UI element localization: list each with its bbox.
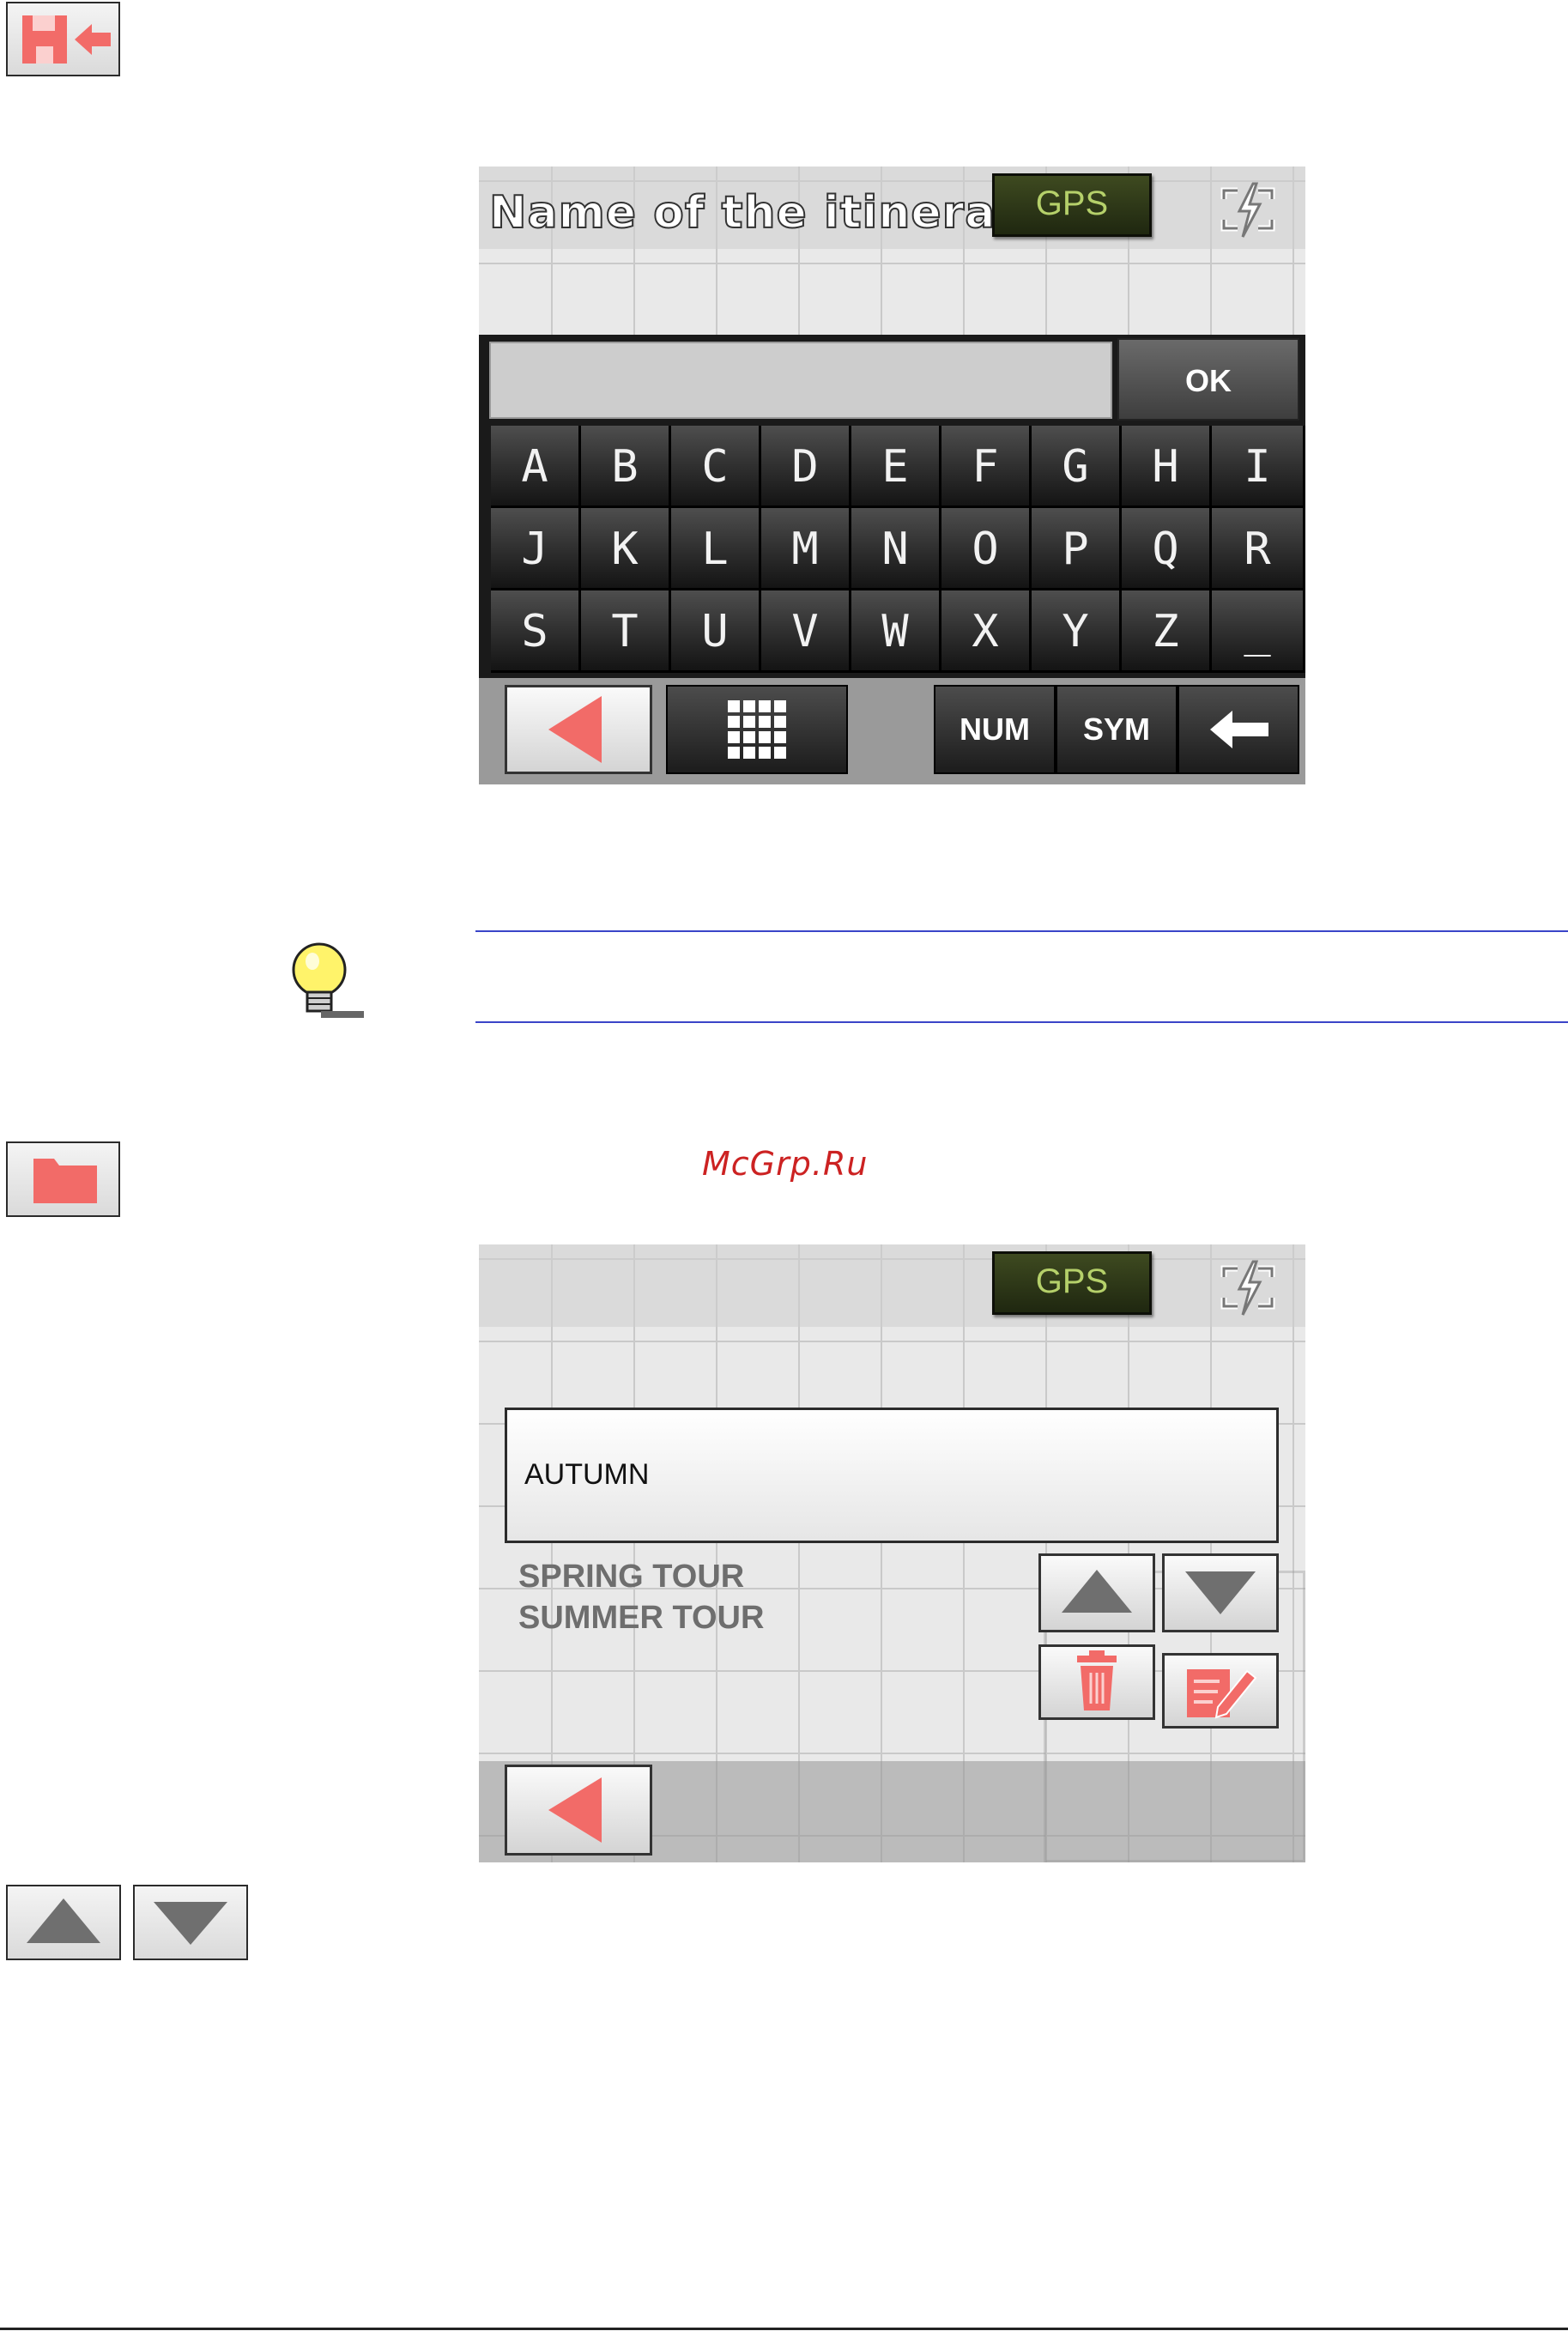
key-p[interactable]: P (1032, 508, 1122, 590)
scroll-down-button[interactable] (1162, 1553, 1279, 1632)
key-x[interactable]: X (941, 590, 1032, 673)
key-w[interactable]: W (851, 590, 941, 673)
scroll-down-icon (154, 1902, 227, 1945)
power-status-icon (1220, 1260, 1275, 1316)
sym-button[interactable]: SYM (1056, 685, 1178, 774)
key-d[interactable]: D (761, 426, 851, 508)
list-item[interactable]: SPRING TOUR (518, 1559, 744, 1595)
scroll-up-icon (1062, 1570, 1132, 1613)
delete-button[interactable] (1038, 1644, 1155, 1720)
scroll-up-button[interactable] (1038, 1553, 1155, 1632)
key-m[interactable]: M (761, 508, 851, 590)
key-v[interactable]: V (761, 590, 851, 673)
rename-button[interactable] (1162, 1653, 1279, 1729)
back-arrow-icon (548, 696, 602, 763)
key-z[interactable]: Z (1122, 590, 1212, 673)
open-itinerary-button[interactable] (6, 1141, 120, 1217)
key-f[interactable]: F (941, 426, 1032, 508)
edit-icon (1187, 1669, 1257, 1719)
key-c[interactable]: C (671, 426, 761, 508)
scroll-up-icon (27, 1898, 100, 1943)
key-s[interactable]: S (491, 590, 581, 673)
ok-button[interactable]: OK (1117, 338, 1299, 421)
gps-button[interactable]: GPS (992, 1251, 1152, 1315)
selected-itinerary-item[interactable]: AUTUMN (505, 1408, 1279, 1543)
itinerary-name-input[interactable] (489, 342, 1112, 419)
folder-icon (33, 1159, 97, 1203)
scroll-down-button[interactable] (133, 1885, 248, 1960)
key-y[interactable]: Y (1032, 590, 1122, 673)
itinerary-list-screen: GPS AUTUMN SPRING TOUR SUMMER TOUR (479, 1244, 1305, 1862)
selected-itinerary-label: AUTUMN (524, 1458, 650, 1491)
keyboard-layout-button[interactable] (666, 685, 848, 774)
backspace-button[interactable] (1178, 685, 1299, 774)
backspace-arrow-icon (1210, 711, 1268, 748)
power-status-icon (1220, 182, 1275, 238)
trash-icon (1077, 1650, 1117, 1710)
key-underscore[interactable]: _ (1212, 590, 1305, 673)
num-button[interactable]: NUM (934, 685, 1056, 774)
key-h[interactable]: H (1122, 426, 1212, 508)
key-k[interactable]: K (581, 508, 671, 590)
watermark: McGrp.Ru (702, 1145, 869, 1183)
grid-icon (728, 700, 786, 759)
scroll-up-button[interactable] (6, 1885, 121, 1960)
key-o[interactable]: O (941, 508, 1032, 590)
key-j[interactable]: J (491, 508, 581, 590)
scroll-down-icon (1185, 1571, 1256, 1614)
save-itinerary-button[interactable] (6, 2, 120, 76)
tip-bottom-rule (475, 1021, 1568, 1023)
key-e[interactable]: E (851, 426, 941, 508)
back-button[interactable] (505, 685, 652, 774)
screen-title: Name of the itinera (488, 186, 996, 239)
back-arrow-icon (548, 1777, 602, 1843)
key-g[interactable]: G (1032, 426, 1122, 508)
key-n[interactable]: N (851, 508, 941, 590)
key-b[interactable]: B (581, 426, 671, 508)
key-u[interactable]: U (671, 590, 761, 673)
save-itinerary-icon (22, 15, 111, 64)
top-bar (479, 1244, 1305, 1327)
key-r[interactable]: R (1212, 508, 1305, 590)
lightbulb-icon (292, 942, 364, 1018)
key-i[interactable]: I (1212, 426, 1305, 508)
key-a[interactable]: A (491, 426, 581, 508)
key-l[interactable]: L (671, 508, 761, 590)
tip-top-rule (475, 930, 1568, 932)
page-footer-rule (0, 2328, 1568, 2330)
itinerary-name-screen: Name of the itinera GPS OK NUM SYM ABCDE (479, 166, 1305, 784)
key-t[interactable]: T (581, 590, 671, 673)
back-button[interactable] (505, 1765, 652, 1856)
list-item[interactable]: SUMMER TOUR (518, 1600, 764, 1637)
key-q[interactable]: Q (1122, 508, 1212, 590)
gps-button[interactable]: GPS (992, 173, 1152, 237)
